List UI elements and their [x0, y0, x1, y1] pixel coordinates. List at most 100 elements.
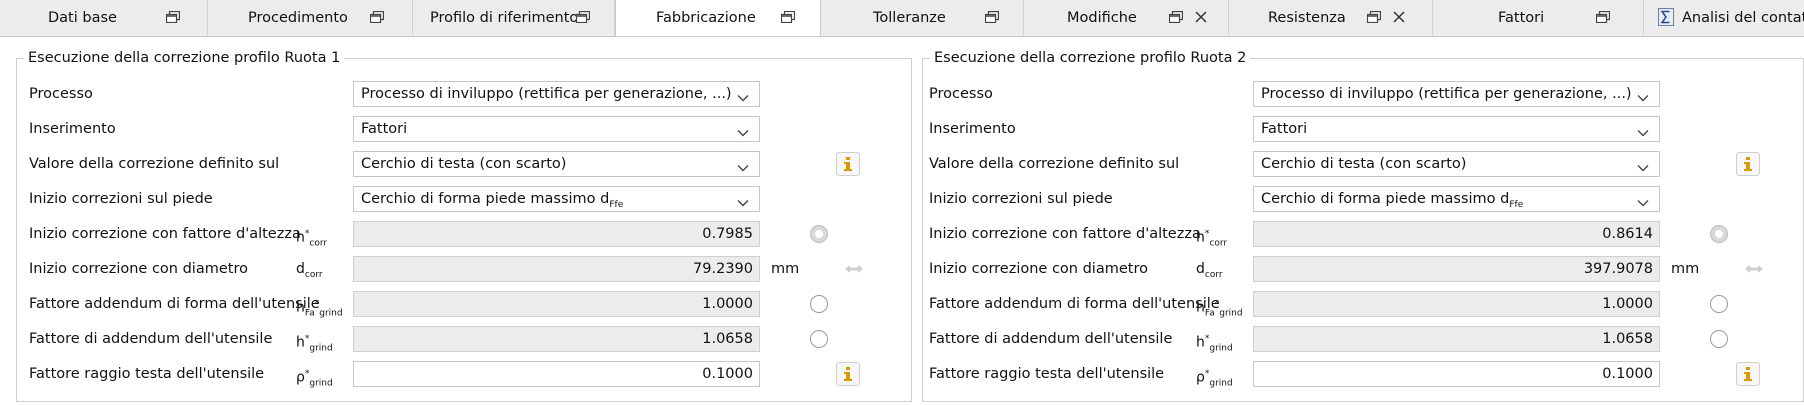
tab-label: Fabbricazione: [656, 10, 756, 26]
combo-value: Cerchio di testa (con scarto): [1261, 156, 1467, 172]
radio-h-grind[interactable]: [1710, 330, 1728, 348]
symbol-hcorr: h*corr: [1196, 229, 1228, 249]
tab-dati-base[interactable]: Dati base: [0, 0, 208, 36]
detach-window-icon[interactable]: [575, 10, 591, 24]
field-d-corr[interactable]: 397.9078: [1253, 256, 1660, 282]
tab-fabbricazione[interactable]: Fabbricazione: [615, 0, 821, 36]
combo-valore[interactable]: Cerchio di testa (con scarto): [353, 151, 760, 177]
unit-mm: mm: [1671, 261, 1700, 277]
close-icon[interactable]: [1194, 10, 1208, 24]
label-inserimento: Inserimento: [29, 121, 116, 137]
info-button[interactable]: [1736, 362, 1760, 386]
tab-label: Procedimento: [248, 10, 348, 26]
label-fattore-forma: Fattore addendum di forma dell'utensile: [929, 296, 1220, 312]
field-h-corr[interactable]: 0.7985: [353, 221, 760, 247]
info-button[interactable]: [836, 362, 860, 386]
group-title: Esecuzione della correzione profilo Ruot…: [24, 49, 345, 67]
radio-h-fa-grind[interactable]: [810, 295, 828, 313]
label-fattore-addendum: Fattore di addendum dell'utensile: [929, 331, 1173, 347]
tab-profilo-di-riferimento[interactable]: Profilo di riferimento: [413, 0, 615, 36]
field-h-corr[interactable]: 0.8614: [1253, 221, 1660, 247]
symbol-hcorr: h*corr: [296, 229, 328, 249]
combo-valore[interactable]: Cerchio di testa (con scarto): [1253, 151, 1660, 177]
detach-window-icon[interactable]: [1595, 10, 1611, 24]
radio-h-grind[interactable]: [810, 330, 828, 348]
field-h-fa-grind[interactable]: 1.0000: [353, 291, 760, 317]
tab-label: Analisi del contatto: [1682, 10, 1804, 26]
unit-mm: mm: [771, 261, 800, 277]
chevron-down-icon: [737, 160, 749, 172]
chevron-down-icon: [1637, 160, 1649, 172]
detach-window-icon[interactable]: [369, 10, 385, 24]
combo-value: Processo di inviluppo (rettifica per gen…: [1261, 86, 1632, 102]
field-rho-grind[interactable]: 0.1000: [1253, 361, 1660, 387]
combo-processo[interactable]: Processo di inviluppo (rettifica per gen…: [1253, 81, 1660, 107]
label-valore: Valore della correzione definito sul: [29, 156, 280, 172]
swap-arrow-icon[interactable]: [1743, 261, 1765, 277]
combo-inserimento[interactable]: Fattori: [1253, 116, 1660, 142]
swap-arrow-icon[interactable]: [843, 261, 865, 277]
close-icon[interactable]: [1392, 10, 1406, 24]
combo-value: Processo di inviluppo (rettifica per gen…: [361, 86, 732, 102]
chevron-down-icon: [1637, 90, 1649, 102]
field-h-grind[interactable]: 1.0658: [353, 326, 760, 352]
symbol-hfagrind: hFa*grind: [1196, 299, 1243, 319]
sigma-icon: [1658, 8, 1674, 26]
chevron-down-icon: [737, 195, 749, 207]
field-value: 0.1000: [1602, 366, 1653, 382]
tab-label: Resistenza: [1268, 10, 1346, 26]
label-valore: Valore della correzione definito sul: [929, 156, 1180, 172]
tab-bar: Dati base Procedimento Profilo di riferime…: [0, 0, 1804, 37]
tab-label: Profilo di riferimento: [430, 10, 579, 26]
field-value: 1.0658: [702, 331, 753, 347]
combo-processo[interactable]: Processo di inviluppo (rettifica per gen…: [353, 81, 760, 107]
field-rho-grind[interactable]: 0.1000: [353, 361, 760, 387]
symbol-dcorr: dcorr: [1196, 261, 1223, 280]
detach-window-icon[interactable]: [780, 10, 796, 24]
label-fattore-forma: Fattore addendum di forma dell'utensile: [29, 296, 320, 312]
combo-inizio-piede[interactable]: Cerchio di forma piede massimo dFfe: [353, 186, 760, 212]
combo-inserimento[interactable]: Fattori: [353, 116, 760, 142]
detach-window-icon[interactable]: [1366, 10, 1382, 24]
field-h-grind[interactable]: 1.0658: [1253, 326, 1660, 352]
field-h-fa-grind[interactable]: 1.0000: [1253, 291, 1660, 317]
detach-window-icon[interactable]: [1168, 10, 1184, 24]
radio-h-corr[interactable]: [1710, 225, 1728, 243]
combo-value: Fattori: [1261, 121, 1308, 137]
label-inizio-altezza: Inizio correzione con fattore d'altezza: [929, 226, 1201, 242]
field-value: 397.9078: [1583, 261, 1653, 277]
group-title: Esecuzione della correzione profilo Ruot…: [930, 49, 1251, 67]
symbol-dcorr: dcorr: [296, 261, 323, 280]
chevron-down-icon: [737, 125, 749, 137]
tab-tolleranze[interactable]: Tolleranze: [821, 0, 1024, 36]
detach-window-icon[interactable]: [165, 10, 181, 24]
tab-resistenza[interactable]: Resistenza: [1229, 0, 1433, 36]
tab-modifiche[interactable]: Modifiche: [1024, 0, 1229, 36]
tab-label: Dati base: [48, 10, 117, 26]
tab-procedimento[interactable]: Procedimento: [208, 0, 413, 36]
symbol-hfagrind: hFa*grind: [296, 299, 343, 319]
radio-h-corr[interactable]: [810, 225, 828, 243]
chevron-down-icon: [1637, 125, 1649, 137]
label-inizio-altezza: Inizio correzione con fattore d'altezza: [29, 226, 301, 242]
field-value: 79.2390: [693, 261, 753, 277]
combo-inizio-piede[interactable]: Cerchio di forma piede massimo dFfe: [1253, 186, 1660, 212]
tab-analisi-del-contatto[interactable]: Analisi del contatto: [1644, 0, 1804, 36]
field-value: 0.1000: [702, 366, 753, 382]
info-button[interactable]: [836, 152, 860, 176]
label-inizio-piede: Inizio correzioni sul piede: [29, 191, 213, 207]
label-fattore-addendum: Fattore di addendum dell'utensile: [29, 331, 273, 347]
combo-value: Cerchio di forma piede massimo dFfe: [361, 191, 624, 210]
field-value: 0.7985: [702, 226, 753, 242]
label-processo: Processo: [29, 86, 93, 102]
tab-label: Modifiche: [1067, 10, 1137, 26]
field-value: 1.0000: [702, 296, 753, 312]
tab-fattori[interactable]: Fattori: [1433, 0, 1644, 36]
combo-value: Cerchio di testa (con scarto): [361, 156, 567, 172]
field-d-corr[interactable]: 79.2390: [353, 256, 760, 282]
label-fattore-raggio: Fattore raggio testa dell'utensile: [29, 366, 265, 382]
info-button[interactable]: [1736, 152, 1760, 176]
radio-h-fa-grind[interactable]: [1710, 295, 1728, 313]
detach-window-icon[interactable]: [984, 10, 1000, 24]
symbol-hgrind: h*grind: [296, 334, 333, 354]
